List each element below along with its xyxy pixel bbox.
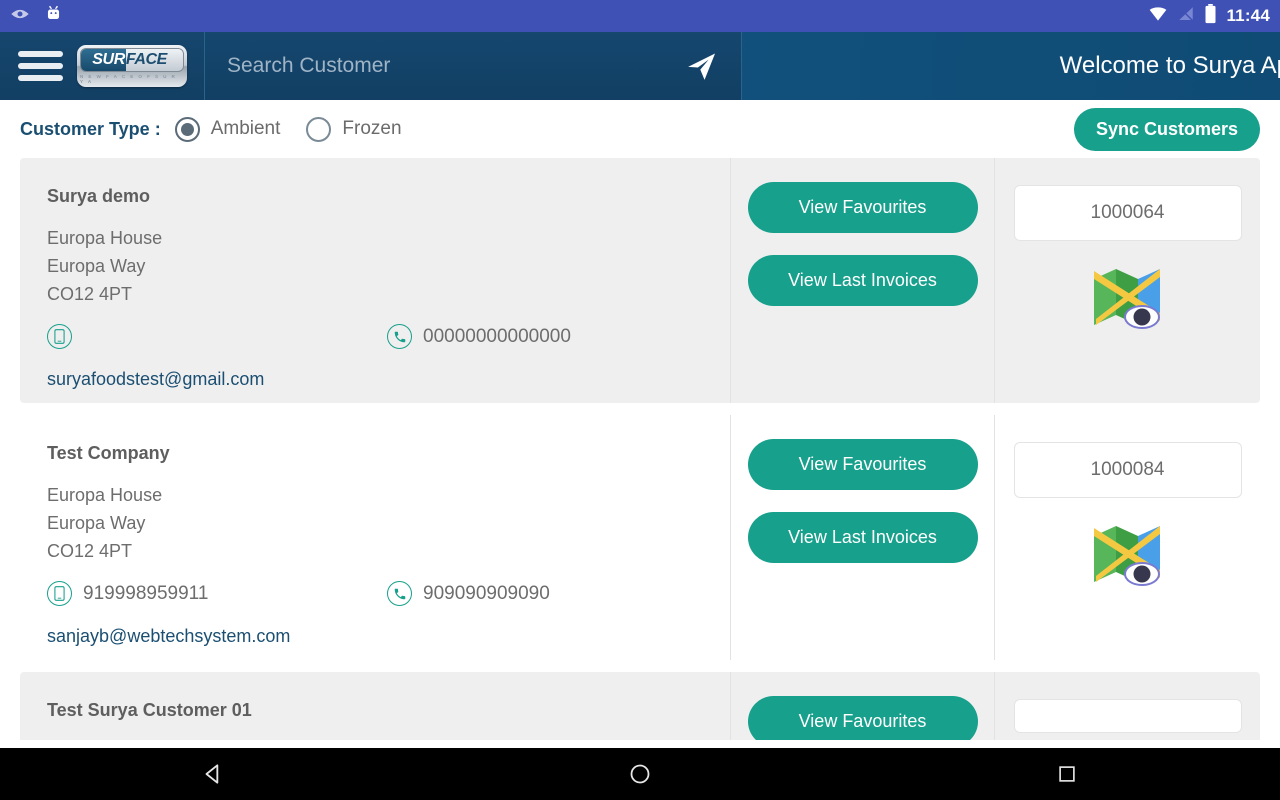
phone-contact[interactable]: 00000000000000 [387,324,571,349]
customer-id: 1000064 [1013,185,1242,241]
search-bar[interactable] [205,32,742,100]
customer-actions: View Favourites View Last Invoices [730,672,995,740]
customer-type-filter-bar: Customer Type : Ambient Frozen Sync Cust… [0,100,1280,158]
radio-ambient-label: Ambient [210,118,281,139]
wifi-icon [1148,4,1168,29]
view-favourites-button[interactable]: View Favourites [747,182,978,233]
phone-icon [387,581,412,606]
search-input[interactable] [227,54,685,78]
customer-id: 1000084 [1013,442,1242,498]
view-favourites-button[interactable]: View Favourites [747,696,978,740]
view-favourites-button[interactable]: View Favourites [747,439,978,490]
customer-info: Test Surya Customer 01 [20,672,730,740]
customer-meta: 1000064 [995,158,1260,403]
surface-logo: SUR FACE N E W F A C E O F S U R Y A [77,45,187,87]
address-line: Europa Way [47,513,146,533]
address-line: Europa House [47,228,163,248]
logo-left-half: SUR [81,49,126,71]
logo-text-face: FACE [125,51,167,68]
mobile-icon [47,581,72,606]
logo-text-sur: SUR [92,51,125,68]
android-navigation-bar [0,748,1280,800]
status-bar-clock: 11:44 [1226,6,1270,25]
mobile-contact[interactable] [47,324,387,349]
logo-tagline: N E W F A C E O F S U R Y A [80,74,177,84]
mobile-icon [47,324,72,349]
send-paper-plane-icon[interactable] [685,49,719,83]
android-status-bar: 11:44 [0,0,1280,32]
eye-icon [10,4,30,29]
android-robot-icon [44,4,63,28]
view-last-invoices-button[interactable]: View Last Invoices [747,255,978,306]
app-header: SUR FACE N E W F A C E O F S U R Y A Wel… [0,32,1280,100]
map-view-icon[interactable] [1090,520,1166,593]
back-icon[interactable] [153,761,273,787]
phone-number: 00000000000000 [423,325,571,347]
customer-meta: 1000084 [995,415,1260,660]
phone-number: 909090909090 [423,582,550,604]
welcome-text: Welcome to Surya Ap [1059,52,1280,79]
recents-icon[interactable] [1007,763,1127,785]
customer-list[interactable]: Surya demo Europa House Europa Way CO12 … [0,158,1280,740]
mobile-number: 919998959911 [83,582,209,604]
radio-ambient-dot[interactable] [174,116,200,142]
contact-row: 00000000000000 [47,324,730,349]
customer-info: Surya demo Europa House Europa Way CO12 … [20,158,730,403]
address-line: CO12 4PT [47,284,133,304]
customer-actions: View Favourites View Last Invoices [730,158,995,403]
customer-email[interactable]: sanjayb@webtechsystem.com [47,626,730,647]
customer-id [1013,699,1242,733]
logo-plate: SUR FACE [80,48,184,72]
logo-right-half: FACE [125,49,183,71]
customer-name: Surya demo [47,186,151,206]
status-bar-left-icons [10,4,63,29]
map-view-icon[interactable] [1090,263,1166,336]
customer-actions: View Favourites View Last Invoices [730,415,995,660]
phone-icon [387,324,412,349]
phone-contact[interactable]: 909090909090 [387,581,550,606]
customer-info: Test Company Europa House Europa Way CO1… [20,415,730,660]
address-line: Europa House [47,485,163,505]
battery-icon [1204,3,1217,29]
radio-frozen-label: Frozen [342,118,402,139]
radio-ambient[interactable]: Ambient [174,116,281,142]
home-icon[interactable] [580,762,700,786]
header-brand-area: SUR FACE N E W F A C E O F S U R Y A [0,32,205,100]
sync-customers-button[interactable]: Sync Customers [1073,107,1260,151]
welcome-message: Welcome to Surya Ap [742,32,1280,100]
contact-row: 919998959911 909090909090 [47,581,730,606]
customer-card[interactable]: Test Surya Customer 01 View Favourites V… [20,672,1260,740]
customer-card[interactable]: Surya demo Europa House Europa Way CO12 … [20,158,1260,403]
address-line: CO12 4PT [47,541,133,561]
address-line: Europa Way [47,256,146,276]
view-last-invoices-button[interactable]: View Last Invoices [747,512,978,563]
customer-meta [995,672,1260,740]
radio-frozen[interactable]: Frozen [306,116,402,142]
customer-name: Test Surya Customer 01 [47,700,252,720]
radio-frozen-dot[interactable] [306,116,332,142]
mobile-contact[interactable]: 919998959911 [47,581,387,606]
customer-type-label: Customer Type : [20,118,161,139]
hamburger-menu-icon[interactable] [18,51,63,81]
signal-off-icon [1177,5,1195,28]
customer-card[interactable]: Test Company Europa House Europa Way CO1… [20,415,1260,660]
customer-name: Test Company [47,443,170,463]
customer-email[interactable]: suryafoodstest@gmail.com [47,369,730,390]
status-bar-right-icons: 11:44 [1148,3,1270,29]
